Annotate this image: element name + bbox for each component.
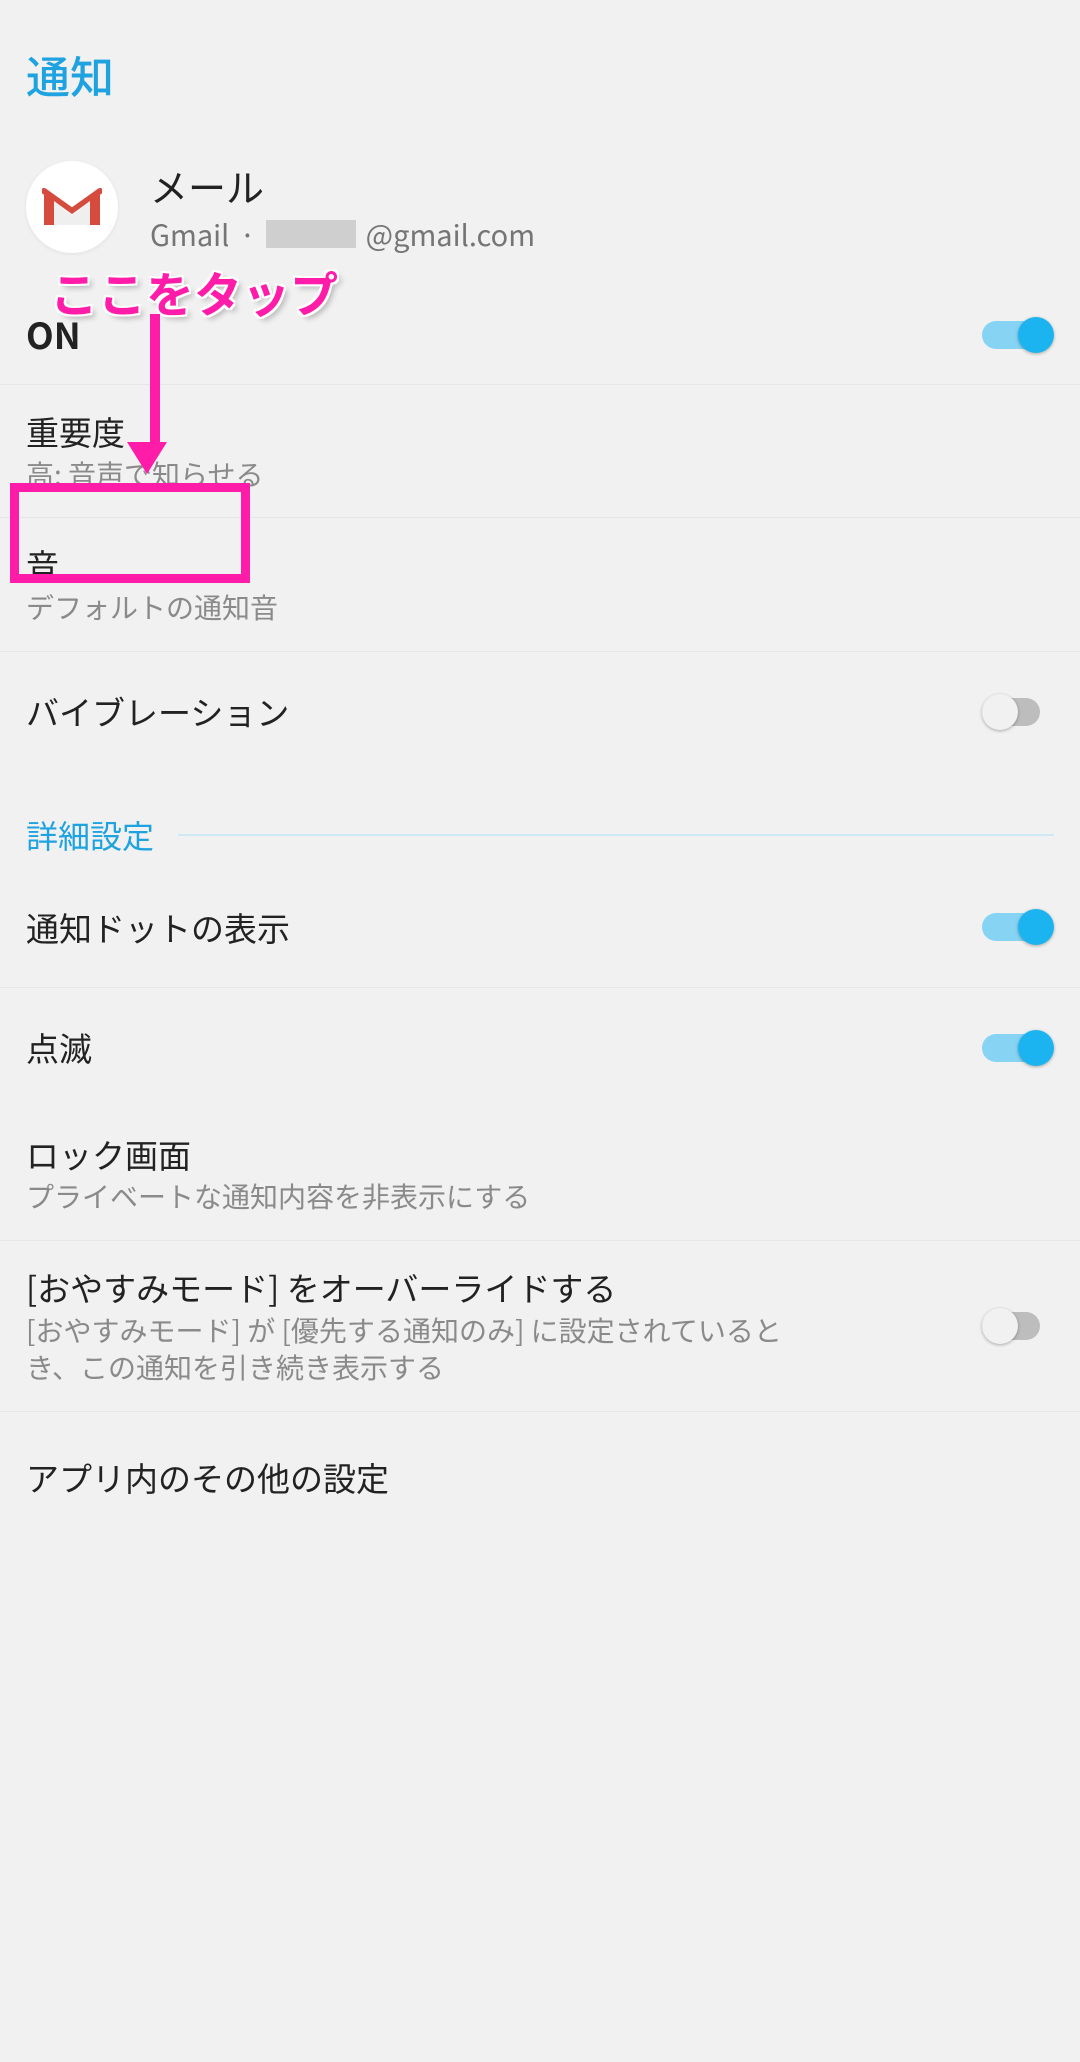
gmail-icon [26, 161, 118, 253]
lockscreen-row[interactable]: ロック画面 プライベートな通知内容を非表示にする [0, 1108, 1080, 1241]
blink-toggle[interactable] [982, 1027, 1054, 1069]
sound-title: 音 [26, 542, 1024, 587]
notification-dot-toggle[interactable] [982, 906, 1054, 948]
page-title: 通知 [0, 0, 1080, 146]
notification-dot-row[interactable]: 通知ドットの表示 [0, 868, 1080, 988]
dnd-override-title: [おやすみモード] をオーバーライドする [26, 1265, 816, 1310]
importance-title: 重要度 [26, 409, 1024, 454]
vibration-title: バイブレーション [26, 689, 952, 734]
dnd-override-toggle[interactable] [982, 1305, 1054, 1347]
master-toggle-label: ON [26, 310, 952, 359]
app-service: Gmail [150, 213, 229, 255]
inapp-settings-row[interactable]: アプリ内のその他の設定 [0, 1412, 1080, 1542]
sound-row[interactable]: 音 デフォルトの通知音 [0, 518, 1080, 651]
importance-sub: 高: 音声で知らせる [26, 456, 1024, 494]
email-masked [266, 220, 356, 248]
vibration-toggle[interactable] [982, 691, 1054, 733]
dnd-override-row[interactable]: [おやすみモード] をオーバーライドする [おやすみモード] が [優先する通知… [0, 1241, 1080, 1412]
dnd-override-sub: [おやすみモード] が [優先する通知のみ] に設定されているとき、この通知を引… [26, 1312, 816, 1388]
vibration-row[interactable]: バイブレーション [0, 652, 1080, 772]
email-suffix: @gmail.com [366, 213, 535, 255]
app-subtitle: Gmail · @gmail.com [150, 213, 535, 255]
app-name: メール [150, 158, 535, 213]
blink-title: 点滅 [26, 1025, 952, 1070]
notification-dot-title: 通知ドットの表示 [26, 905, 952, 950]
blink-row[interactable]: 点滅 [0, 988, 1080, 1108]
sound-sub: デフォルトの通知音 [26, 589, 1024, 627]
lockscreen-sub: プライベートな通知内容を非表示にする [26, 1178, 1024, 1216]
app-header: メール Gmail · @gmail.com [0, 146, 1080, 285]
advanced-section-header: 詳細設定 [0, 784, 1080, 868]
importance-row[interactable]: 重要度 高: 音声で知らせる [0, 385, 1080, 518]
master-toggle-row[interactable]: ON [0, 285, 1080, 385]
inapp-settings-title: アプリ内のその他の設定 [26, 1455, 1024, 1500]
section-divider [178, 834, 1054, 836]
advanced-label: 詳細設定 [26, 812, 154, 858]
master-toggle[interactable] [982, 314, 1054, 356]
lockscreen-title: ロック画面 [26, 1132, 1024, 1177]
